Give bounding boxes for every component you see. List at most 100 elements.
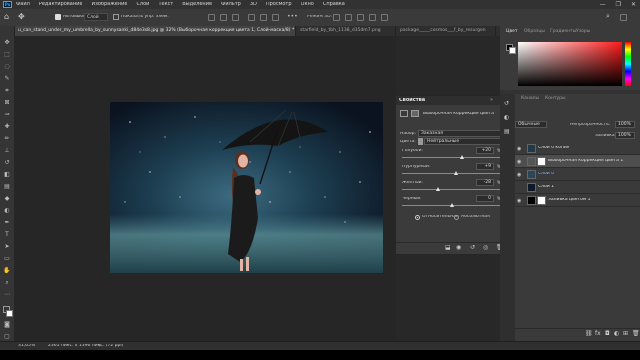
autoselect-checkbox[interactable] (55, 14, 61, 20)
more-tools-icon[interactable]: ⋯ (3, 292, 11, 298)
3d-slide-icon[interactable] (369, 14, 376, 21)
new-adjustment-icon[interactable]: ◐ (614, 330, 619, 337)
layer-style-icon[interactable]: fx (595, 330, 601, 337)
menu-help[interactable]: Справка (323, 2, 345, 7)
libraries-icon[interactable]: ▤ (504, 128, 510, 135)
reset-icon[interactable]: ↺ (470, 244, 475, 251)
layer-row[interactable]: ◉ Заливка цветом 1 (515, 194, 640, 207)
workspace-icon[interactable] (620, 14, 627, 21)
lasso-tool-icon[interactable]: ◌ (3, 64, 11, 70)
more-options-icon[interactable]: ••• (287, 13, 298, 20)
tab-document-umbrella[interactable]: u_can_stand_under_my_umbrella_by_sunnysa… (14, 26, 296, 36)
radio-relative[interactable] (415, 215, 420, 220)
show-controls-checkbox[interactable] (113, 14, 119, 20)
align-bottom-icon[interactable] (272, 14, 279, 21)
screen-mode-icon[interactable]: ▢ (3, 334, 11, 340)
history-brush-icon[interactable]: ↺ (3, 160, 11, 166)
radio-absolute[interactable] (454, 215, 459, 220)
menu-3d[interactable]: 3D (250, 2, 257, 7)
dodge-tool-icon[interactable]: ◐ (3, 208, 11, 214)
slider-cyan-track[interactable] (402, 157, 502, 158)
eye-icon[interactable]: ◉ (517, 159, 521, 165)
frame-tool-icon[interactable]: ⊠ (3, 100, 11, 106)
background-color-swatch[interactable] (6, 310, 13, 317)
align-left-icon[interactable] (208, 14, 215, 21)
layer-row[interactable]: ◉ Выборочная коррекция цвета 1 (515, 155, 640, 168)
slider-magenta-thumb[interactable] (454, 171, 458, 175)
link-layers-icon[interactable]: ⛓ (585, 330, 593, 337)
tab-paths[interactable]: Контуры (545, 95, 566, 103)
adjustments-icon[interactable]: ◐ (504, 114, 509, 121)
eraser-tool-icon[interactable]: ◧ (3, 172, 11, 178)
tab-gradients[interactable]: Градиенты (550, 28, 576, 36)
minimize-button[interactable]: — (600, 1, 606, 8)
menu-select[interactable]: Выделение (182, 2, 212, 7)
slider-magenta-track[interactable] (402, 173, 502, 174)
menu-edit[interactable]: Редактирование (39, 2, 83, 7)
path-select-icon[interactable]: ➤ (3, 244, 11, 250)
brush-tool-icon[interactable]: ✏ (3, 136, 11, 142)
quick-mask-icon[interactable]: ◙ (3, 322, 11, 328)
opacity-value[interactable]: 100% (615, 121, 635, 128)
3d-pan-icon[interactable] (357, 14, 364, 21)
add-mask-icon[interactable]: ◘ (605, 330, 610, 337)
preset-select[interactable]: Заказная (418, 130, 504, 137)
pen-tool-icon[interactable]: ✒ (3, 220, 11, 226)
type-tool-icon[interactable]: T (3, 232, 11, 238)
fill-value[interactable]: 100% (615, 132, 635, 139)
align-right-icon[interactable] (232, 14, 239, 21)
gradient-tool-icon[interactable]: ▤ (3, 184, 11, 190)
slider-cyan-value[interactable]: +20 (476, 147, 494, 154)
rectangle-tool-icon[interactable]: ▭ (3, 256, 11, 262)
3d-roll-icon[interactable] (345, 14, 352, 21)
tab-patterns[interactable]: Узоры (576, 28, 590, 36)
visibility-icon[interactable]: ◎ (483, 244, 488, 251)
healing-brush-icon[interactable]: ✚ (3, 124, 11, 130)
slider-yellow-value[interactable]: -28 (476, 179, 494, 186)
eye-icon[interactable]: ◉ (517, 172, 521, 178)
zoom-tool-icon[interactable]: ⌕ (3, 280, 11, 286)
background-swatch[interactable] (509, 47, 516, 54)
menu-layers[interactable]: Слои (136, 2, 149, 7)
mask-icon[interactable] (411, 110, 419, 117)
blur-tool-icon[interactable]: ◆ (3, 196, 11, 202)
close-button[interactable]: ✕ (631, 1, 636, 8)
stamp-tool-icon[interactable]: ⊥ (3, 148, 11, 154)
slider-yellow-track[interactable] (402, 189, 502, 190)
slider-cyan-thumb[interactable] (459, 155, 464, 159)
layer-row[interactable]: ◉ Слой 0 копия (515, 142, 640, 155)
crop-tool-icon[interactable]: ⌗ (3, 88, 11, 94)
view-previous-icon[interactable]: ◉ (456, 244, 461, 251)
align-center-icon[interactable] (220, 14, 227, 21)
align-middle-icon[interactable] (260, 14, 267, 21)
clip-to-layer-icon[interactable]: ⬓ (445, 244, 451, 251)
hand-tool-icon[interactable]: ✋ (3, 268, 11, 274)
collapse-icon[interactable]: » (490, 97, 493, 103)
layer-row[interactable]: Слой 1 (515, 181, 640, 194)
tab-document-cosmos[interactable]: package_____cosmos___f_by_resurgen (396, 26, 496, 36)
hue-slider[interactable] (625, 42, 631, 86)
autoselect-select[interactable]: Слой (84, 13, 108, 21)
menu-file[interactable]: Файл (16, 2, 30, 7)
move-tool-icon[interactable]: ✥ (3, 40, 11, 46)
tab-color[interactable]: Цвет (506, 28, 518, 36)
slider-black-value[interactable]: 0 (476, 195, 494, 202)
move-tool-icon[interactable]: ✥ (18, 12, 25, 21)
maximize-button[interactable]: ❐ (616, 1, 621, 8)
slider-magenta-value[interactable]: +9 (476, 163, 494, 170)
tab-swatches[interactable]: Образцы (524, 28, 545, 36)
status-arrow-icon[interactable]: › (99, 343, 101, 349)
marquee-tool-icon[interactable]: ⬚ (3, 52, 11, 58)
history-icon[interactable]: ↺ (504, 100, 509, 107)
delete-layer-icon[interactable]: 🗑 (632, 330, 640, 337)
slider-yellow-thumb[interactable] (435, 187, 440, 191)
layer-row[interactable]: ◉ Слой 0 (515, 168, 640, 181)
tab-document-starfield[interactable]: starfield_by_tbh_1138_d35dm7.png (296, 26, 396, 36)
3d-orbit-icon[interactable] (333, 14, 340, 21)
layer-mask-thumbnail[interactable] (537, 157, 546, 166)
slider-black-thumb[interactable] (449, 203, 454, 207)
eye-icon[interactable]: ◉ (517, 146, 521, 152)
blend-mode-select[interactable]: Обычные (515, 121, 547, 128)
layer-mask-thumbnail[interactable] (537, 196, 546, 205)
align-top-icon[interactable] (248, 14, 255, 21)
